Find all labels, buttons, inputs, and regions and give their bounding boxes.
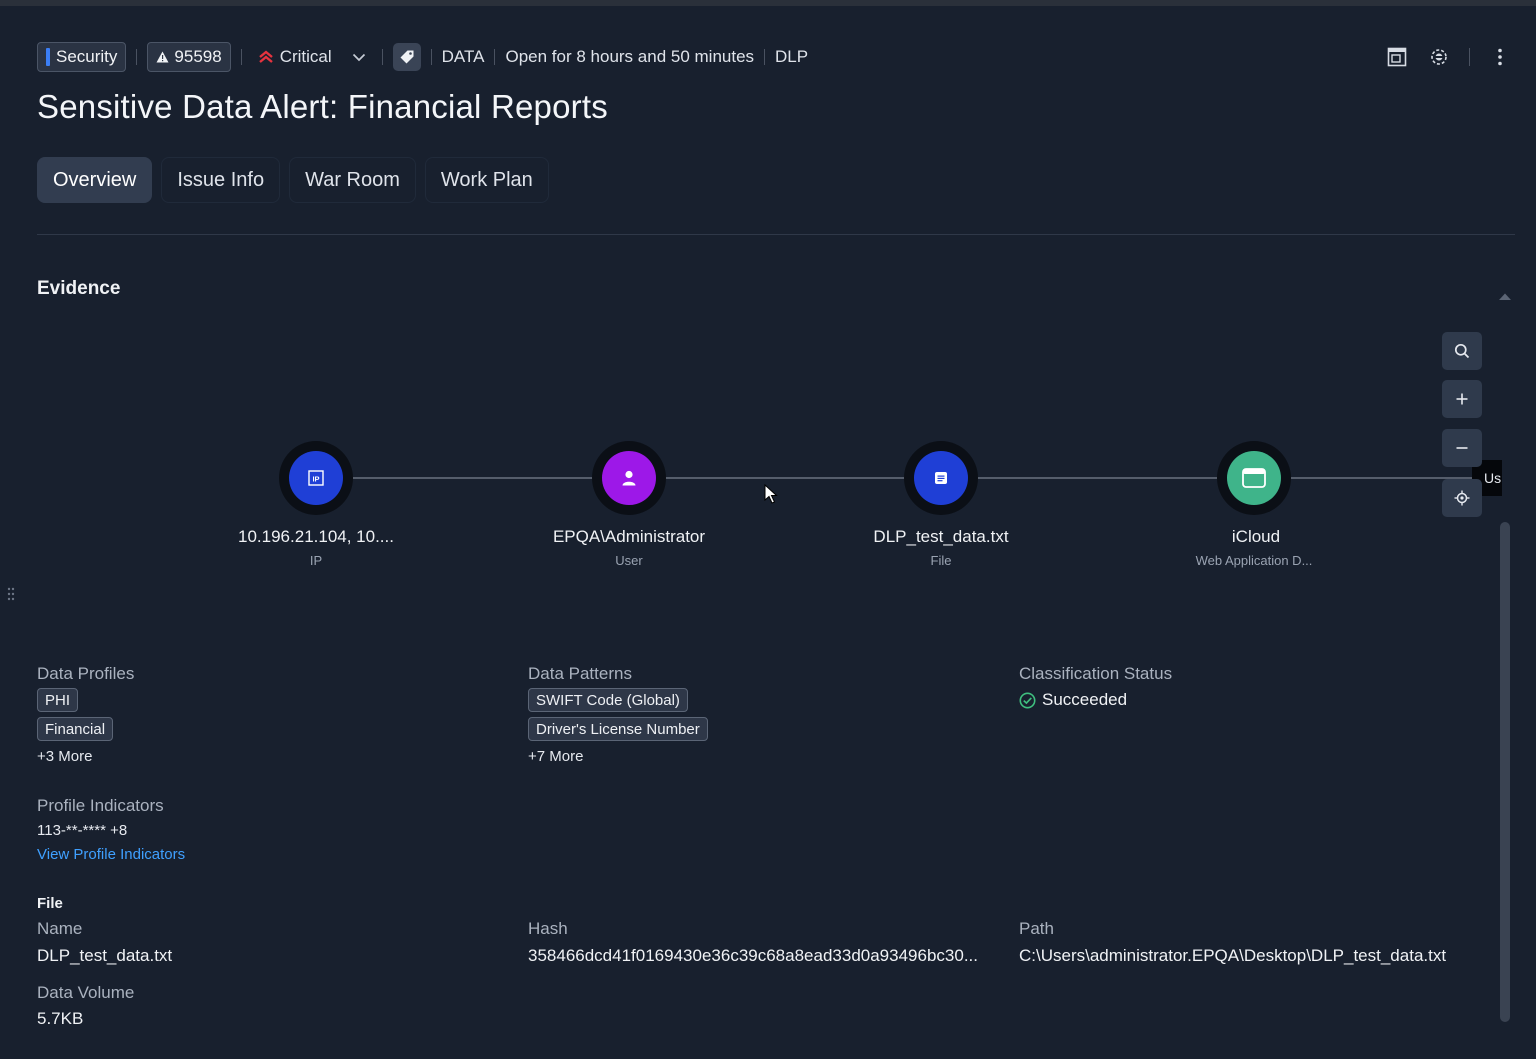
- file-hash-value: 358466dcd41f0169430e36c39c68a8ead33d0a93…: [528, 946, 978, 965]
- graph-recenter-button[interactable]: [1442, 479, 1482, 517]
- data-volume-value: 5.7KB: [37, 1009, 84, 1028]
- graph-node-file-label: DLP_test_data.txt: [873, 527, 1009, 546]
- data-pattern-tag[interactable]: Driver's License Number: [528, 717, 708, 741]
- evidence-section-title: Evidence: [37, 278, 121, 294]
- graph-zoom-in-button[interactable]: [1442, 380, 1482, 418]
- data-profiles-label: Data Profiles: [37, 664, 135, 683]
- data-pattern-tag[interactable]: SWIFT Code (Global): [528, 688, 688, 712]
- graph-node-file-badge: [914, 451, 968, 505]
- graph-node-user[interactable]: [592, 441, 666, 515]
- category-label: Security: [56, 47, 118, 66]
- file-path-value: C:\Users\administrator.EPQA\Desktop\DLP_…: [1019, 946, 1447, 965]
- issue-meta-row: Security 95598 Critical DATA Open for 8 …: [37, 42, 808, 72]
- category-color-bar: [46, 48, 50, 66]
- severity-critical-icon: [258, 50, 274, 64]
- graph-node-ip-label: 10.196.21.104, 10....: [238, 527, 394, 546]
- graph-node-ip-type: IP: [309, 553, 323, 568]
- header-actions: [1385, 44, 1512, 70]
- ip-icon: IP: [308, 470, 324, 486]
- data-patterns-more[interactable]: +7 More: [528, 748, 583, 765]
- graph-edge: [665, 477, 905, 479]
- severity-label: Critical: [279, 47, 332, 66]
- meta-separator: [764, 49, 766, 65]
- graph-node-web-app-label: iCloud: [1231, 527, 1281, 546]
- plus-icon: [1456, 393, 1468, 405]
- module-name: DLP: [775, 47, 809, 66]
- category-chip[interactable]: Security: [37, 42, 127, 72]
- issue-id: 95598: [174, 47, 222, 66]
- file-section-title: File: [37, 895, 63, 912]
- browser-window-icon: [1242, 468, 1266, 488]
- svg-text:IP: IP: [312, 474, 319, 483]
- graph-edge: [353, 477, 593, 479]
- graph-node-web-app-badge: [1227, 451, 1281, 505]
- vertical-scrollbar[interactable]: [1500, 522, 1510, 1022]
- tab-work-plan[interactable]: Work Plan: [424, 157, 549, 203]
- meta-separator: [136, 49, 138, 65]
- data-profile-tag[interactable]: Financial: [37, 717, 114, 741]
- graph-node-file[interactable]: [904, 441, 978, 515]
- actions-separator: [1469, 48, 1470, 66]
- classification-status-label: Classification Status: [1019, 664, 1173, 683]
- tag-button[interactable]: [392, 43, 421, 71]
- more-vertical-icon[interactable]: [1488, 44, 1512, 70]
- search-icon: [1454, 343, 1470, 359]
- classification-status: Succeeded: [1019, 690, 1127, 710]
- chevron-down-icon: [352, 53, 366, 62]
- layout-panel-icon[interactable]: [1385, 44, 1409, 70]
- file-path-label: Path: [1019, 919, 1054, 938]
- tab-overview[interactable]: Overview: [37, 157, 153, 203]
- file-name-label: Name: [37, 919, 83, 938]
- graph-node-user-badge: [602, 451, 656, 505]
- graph-node-file-type: File: [930, 553, 952, 568]
- tag-icon: [399, 49, 415, 65]
- data-profile-tag[interactable]: PHI: [37, 688, 79, 712]
- window-top-strip: [0, 0, 1536, 6]
- tab-issue-info[interactable]: Issue Info: [161, 157, 281, 203]
- data-profiles-more[interactable]: +3 More: [37, 748, 92, 765]
- graph-node-ip-badge: IP: [289, 451, 343, 505]
- issue-id-chip[interactable]: 95598: [147, 42, 231, 72]
- open-duration: Open for 8 hours and 50 minutes: [505, 47, 755, 66]
- graph-node-user-label: EPQA\Administrator: [552, 527, 706, 546]
- check-circle-icon: [1019, 692, 1036, 709]
- collapse-up-icon[interactable]: [1498, 288, 1512, 306]
- meta-separator: [430, 49, 432, 65]
- meta-separator: [240, 49, 242, 65]
- data-volume-label: Data Volume: [37, 983, 135, 1002]
- file-name-value: DLP_test_data.txt: [37, 946, 173, 965]
- ai-assistant-icon[interactable]: [1427, 44, 1451, 70]
- view-profile-indicators-link[interactable]: View Profile Indicators: [37, 846, 185, 863]
- data-patterns-label: Data Patterns: [528, 664, 632, 683]
- crosshair-icon: [1454, 490, 1470, 506]
- graph-zoom-out-button[interactable]: [1442, 429, 1482, 467]
- classification-status-value: Succeeded: [1042, 690, 1128, 709]
- graph-node-web-app-type: Web Application D...: [1195, 553, 1313, 568]
- file-icon: [934, 471, 948, 485]
- file-hash-label: Hash: [528, 919, 568, 938]
- profile-indicators-label: Profile Indicators: [37, 796, 164, 815]
- drag-handle-icon[interactable]: [7, 587, 15, 606]
- meta-separator: [381, 49, 383, 65]
- page-title: Sensitive Data Alert: Financial Reports: [37, 88, 608, 125]
- graph-node-web-app[interactable]: [1217, 441, 1291, 515]
- minus-icon: [1456, 446, 1468, 450]
- tab-war-room[interactable]: War Room: [289, 157, 416, 203]
- graph-search-button[interactable]: [1442, 332, 1482, 370]
- graph-node-user-type: User: [615, 553, 643, 568]
- header-divider: [37, 234, 1515, 235]
- mouse-cursor-icon: [764, 483, 778, 509]
- source-type: DATA: [441, 47, 485, 66]
- user-icon: [620, 469, 638, 487]
- alert-triangle-icon: [156, 51, 169, 63]
- graph-edge: [977, 477, 1217, 479]
- meta-separator: [494, 49, 496, 65]
- graph-node-ip[interactable]: IP: [279, 441, 353, 515]
- tab-bar: Overview Issue Info War Room Work Plan: [37, 157, 549, 203]
- profile-indicators-value: 113-**-**** +8: [37, 822, 128, 839]
- severity-dropdown[interactable]: Critical: [258, 47, 366, 67]
